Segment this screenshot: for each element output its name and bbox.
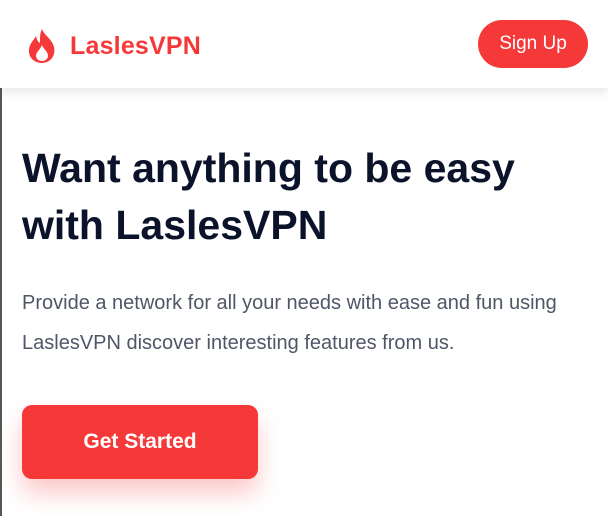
- hero-section: Want anything to be easy with LaslesVPN …: [22, 140, 592, 363]
- brand-link[interactable]: LaslesVPN: [22, 26, 201, 66]
- hero-description: Provide a network for all your needs wit…: [22, 292, 557, 354]
- brand-name: LaslesVPN: [70, 31, 202, 60]
- landing-page: LaslesVPN Sign Up Want anything to be ea…: [0, 0, 608, 516]
- flame-logo-icon: [28, 29, 55, 63]
- navbar: LaslesVPN Sign Up: [0, 0, 608, 88]
- signup-button[interactable]: Sign Up: [478, 20, 588, 68]
- get-started-button[interactable]: Get Started: [22, 405, 258, 479]
- hero-title: Want anything to be easy with LaslesVPN: [22, 145, 515, 248]
